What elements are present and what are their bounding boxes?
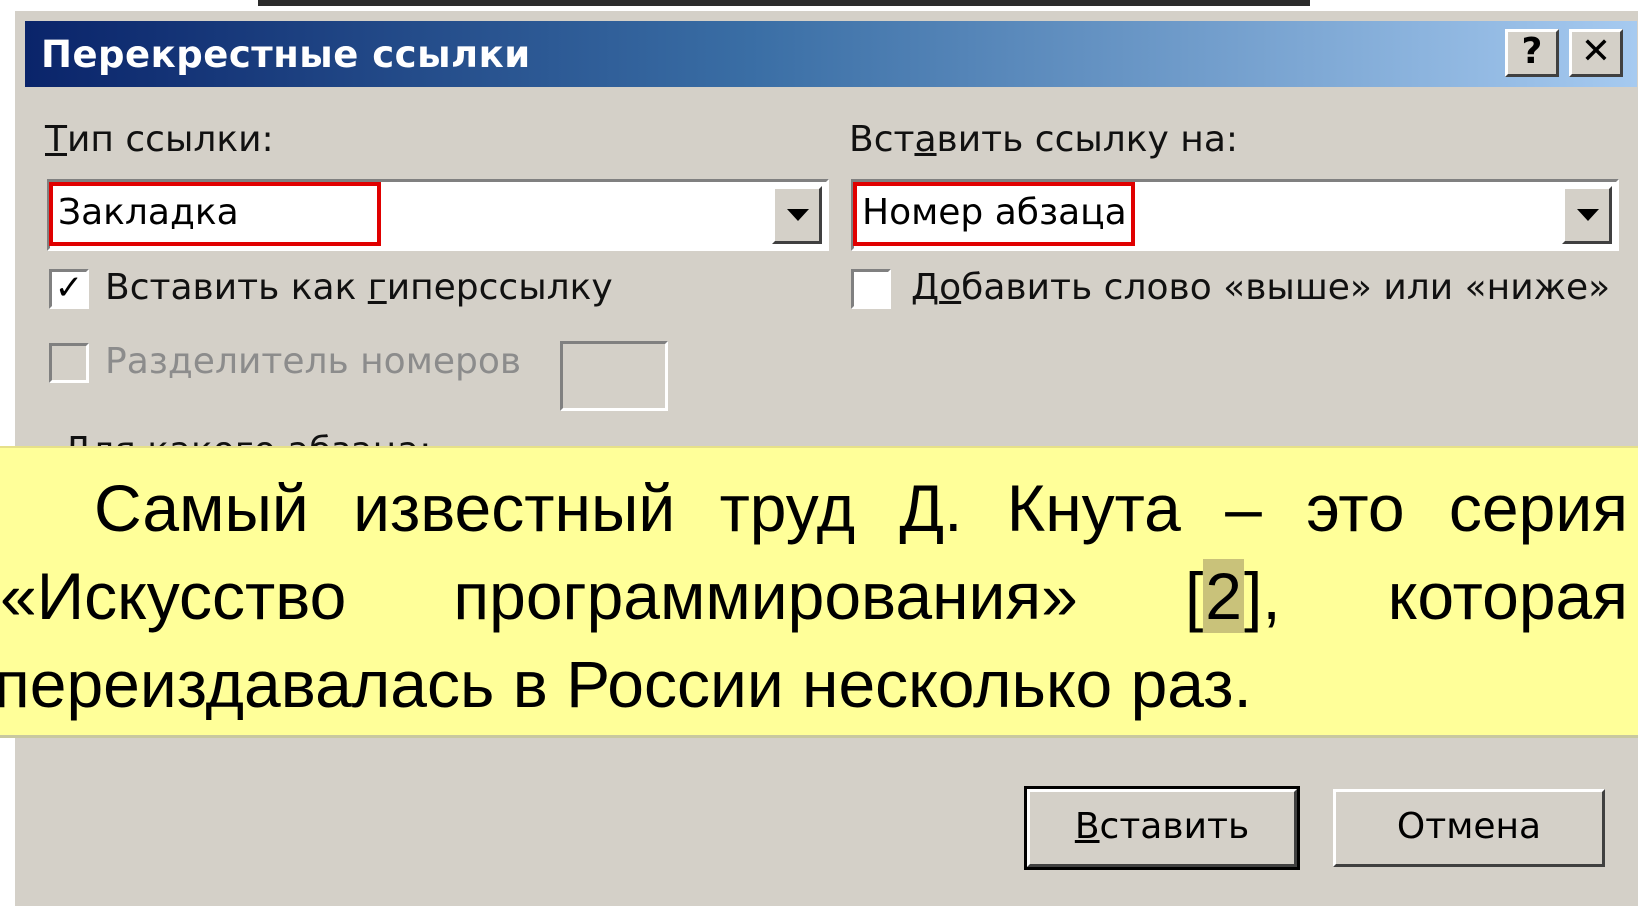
insert-reference-to-label: Вставить ссылку на: bbox=[849, 119, 1239, 160]
overlay-word: это bbox=[1306, 471, 1405, 545]
question-mark-icon: ? bbox=[1521, 31, 1543, 72]
overlay-word: Д. bbox=[899, 471, 963, 545]
reference-type-dropdown-button[interactable] bbox=[772, 186, 822, 244]
highlight-annotation bbox=[853, 182, 1135, 246]
chevron-down-icon bbox=[1577, 209, 1599, 221]
chevron-down-icon bbox=[787, 209, 809, 221]
close-button[interactable]: ✕ bbox=[1569, 29, 1623, 77]
overlay-word: серия bbox=[1448, 471, 1628, 545]
help-button[interactable]: ? bbox=[1505, 29, 1559, 77]
overlay-word: известный bbox=[353, 471, 676, 545]
reference-field: 2 bbox=[1203, 559, 1244, 633]
example-text-overlay: Самый известный труд Д. Кнута – это сери… bbox=[0, 446, 1638, 738]
overlay-line-3: переиздавалась в России несколько раз. bbox=[0, 647, 1252, 721]
overlay-line-2: «Искусство программирования» [2], котора… bbox=[0, 552, 1628, 640]
overlay-word: – bbox=[1225, 471, 1262, 545]
reference-type-label: Тип ссылки: bbox=[45, 119, 274, 160]
cancel-button[interactable]: Отмена bbox=[1333, 789, 1605, 867]
include-above-below-label[interactable]: Добавить слово «выше» или «ниже» bbox=[911, 267, 1610, 308]
overlay-citation: [2], bbox=[1184, 559, 1281, 633]
overlay-word: Кнута bbox=[1006, 471, 1181, 545]
include-above-below-checkbox[interactable] bbox=[851, 269, 891, 309]
insert-as-hyperlink-label[interactable]: Вставить как гиперссылку bbox=[105, 267, 613, 308]
overlay-word: программирования» bbox=[453, 559, 1078, 633]
insert-as-hyperlink-checkbox[interactable]: ✓ bbox=[49, 269, 89, 309]
insert-reference-to-dropdown-button[interactable] bbox=[1562, 186, 1612, 244]
separate-numbers-label: Разделитель номеров bbox=[105, 341, 522, 382]
overlay-word: труд bbox=[719, 471, 856, 545]
overlay-line-1: Самый известный труд Д. Кнута – это сери… bbox=[0, 464, 1628, 552]
separator-input bbox=[560, 341, 668, 411]
background-window-strip bbox=[258, 0, 1310, 6]
insert-button[interactable]: Вставить bbox=[1024, 786, 1300, 870]
title-bar[interactable]: Перекрестные ссылки ? ✕ bbox=[25, 21, 1637, 87]
highlight-annotation bbox=[49, 182, 381, 246]
checkmark-icon: ✓ bbox=[54, 268, 84, 308]
overlay-word: Самый bbox=[94, 471, 309, 545]
overlay-word: «Искусство bbox=[0, 559, 347, 633]
overlay-word: которая bbox=[1387, 559, 1628, 633]
dialog-title: Перекрестные ссылки bbox=[41, 33, 531, 76]
separate-numbers-checkbox bbox=[49, 343, 89, 383]
close-icon: ✕ bbox=[1580, 31, 1612, 72]
